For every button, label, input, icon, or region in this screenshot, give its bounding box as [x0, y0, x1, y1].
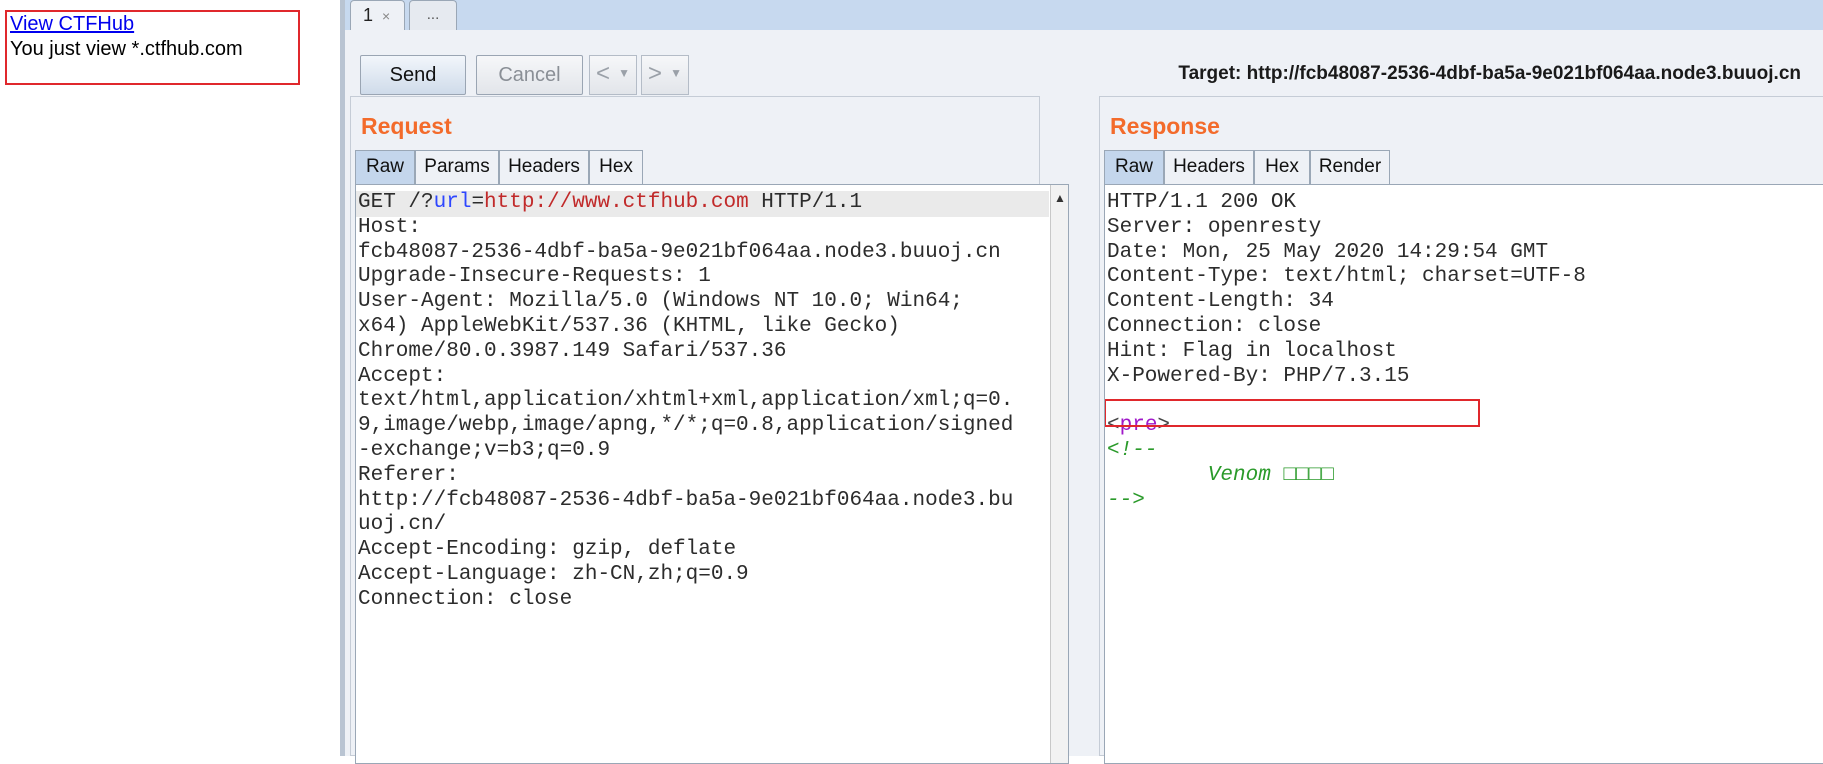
close-icon[interactable]: ×: [382, 8, 390, 24]
forward-button[interactable]: > ▼: [641, 55, 689, 95]
tab-hex[interactable]: Hex: [1254, 150, 1310, 184]
request-editor[interactable]: GET /?url=http://www.ctfhub.com HTTP/1.1…: [355, 184, 1069, 764]
view-ctfhub-link[interactable]: View CTFHub: [10, 13, 134, 36]
text-line: HTTP/1.1 200 OK: [1107, 191, 1297, 214]
tab-raw[interactable]: Raw: [355, 150, 415, 184]
scroll-up-icon[interactable]: ▲: [1053, 191, 1067, 205]
chevron-right-icon: >: [648, 60, 663, 87]
text-line: Referer:: [358, 463, 459, 487]
back-button[interactable]: < ▼: [589, 55, 637, 95]
cancel-button[interactable]: Cancel: [476, 55, 583, 95]
text-line: Server: openresty: [1107, 215, 1322, 239]
response-text: HTTP/1.1 200 OK Server: openresty Date: …: [1107, 191, 1586, 513]
request-panel: Request Raw Params Headers Hex GET /?url…: [350, 96, 1069, 764]
response-headers: HTTP/1.1 200 OK Server: openresty Date: …: [1107, 191, 1586, 388]
text-line: Content-Type: text/html; charset=UTF-8: [1107, 265, 1586, 289]
tab-1[interactable]: 1 ×: [350, 0, 405, 30]
text-line: x64) AppleWebKit/537.36 (KHTML, like Gec…: [358, 314, 900, 338]
target-url: Target: http://fcb48087-2536-4dbf-ba5a-9…: [1178, 63, 1801, 84]
tab-render[interactable]: Render: [1310, 150, 1390, 184]
chevron-left-icon: <: [596, 60, 611, 87]
text-line: Accept-Encoding: gzip, deflate: [358, 538, 737, 562]
text-line: User-Agent: Mozilla/5.0 (Windows NT 10.0…: [358, 290, 963, 314]
tab-headers[interactable]: Headers: [1164, 150, 1254, 184]
tab-params[interactable]: Params: [415, 150, 499, 184]
text-line: -exchange;v=b3;q=0.9: [358, 438, 611, 462]
hint-highlight-box: [1105, 399, 1480, 427]
tab-raw[interactable]: Raw: [1104, 150, 1164, 184]
text-line: Accept-Language: zh-CN,zh;q=0.9: [358, 562, 749, 586]
request-line: GET /?url=http://www.ctfhub.com HTTP/1.1: [358, 191, 863, 214]
text-line: 9,image/webp,image/apng,*/*;q=0.8,applic…: [358, 414, 1014, 438]
text-line: uoj.cn/: [358, 513, 447, 537]
text-line: Content-Length: 34: [1107, 290, 1334, 314]
comment-text: Venom □□□□: [1207, 463, 1334, 487]
response-panel: Response Raw Headers Hex Render HTTP/1.1…: [1099, 96, 1823, 764]
text-line: fcb48087-2536-4dbf-ba5a-9e021bf064aa.nod…: [358, 240, 1001, 264]
send-button[interactable]: Send: [360, 55, 466, 95]
tab-hex[interactable]: Hex: [589, 150, 643, 184]
comment-open: <!--: [1107, 438, 1158, 462]
response-title: Response: [1110, 113, 1220, 139]
text-line: X-Powered-By: PHP/7.3.15: [1107, 364, 1410, 388]
text-line: Hint: Flag in localhost: [1107, 339, 1397, 363]
vertical-scrollbar[interactable]: ▲: [1050, 185, 1068, 763]
text-line: text/html,application/xhtml+xml,applicat…: [358, 389, 1014, 413]
text-line: Connection: close: [358, 587, 573, 611]
text-line: Accept:: [358, 364, 447, 388]
request-text: GET /?url=http://www.ctfhub.com HTTP/1.1…: [358, 191, 1013, 613]
repeater-window: 1 × ... Send Cancel < ▼ > ▼ Target: http…: [340, 0, 1823, 764]
text-line: Date: Mon, 25 May 2020 14:29:54 GMT: [1107, 240, 1549, 264]
request-title: Request: [361, 113, 452, 139]
text-line: Upgrade-Insecure-Requests: 1: [358, 265, 711, 289]
response-editor[interactable]: HTTP/1.1 200 OK Server: openresty Date: …: [1104, 184, 1823, 764]
text-line: Connection: close: [1107, 314, 1322, 338]
tab-label: 1: [363, 5, 374, 25]
tab-more[interactable]: ...: [409, 0, 457, 30]
text-line: Chrome/80.0.3987.149 Safari/537.36: [358, 339, 787, 363]
page-text: You just view *.ctfhub.com: [10, 38, 243, 60]
comment-close: -->: [1107, 488, 1145, 512]
tab-headers[interactable]: Headers: [499, 150, 589, 184]
browser-page: View CTFHub You just view *.ctfhub.com: [0, 0, 340, 756]
chevron-down-icon: ▼: [670, 66, 682, 80]
text-line: http://fcb48087-2536-4dbf-ba5a-9e021bf06…: [358, 488, 1014, 512]
request-headers: Host: fcb48087-2536-4dbf-ba5a-9e021bf064…: [358, 216, 1013, 611]
text-line: Host:: [358, 215, 422, 239]
chevron-down-icon: ▼: [618, 66, 630, 80]
repeater-tab-strip: 1 × ...: [345, 0, 1823, 30]
